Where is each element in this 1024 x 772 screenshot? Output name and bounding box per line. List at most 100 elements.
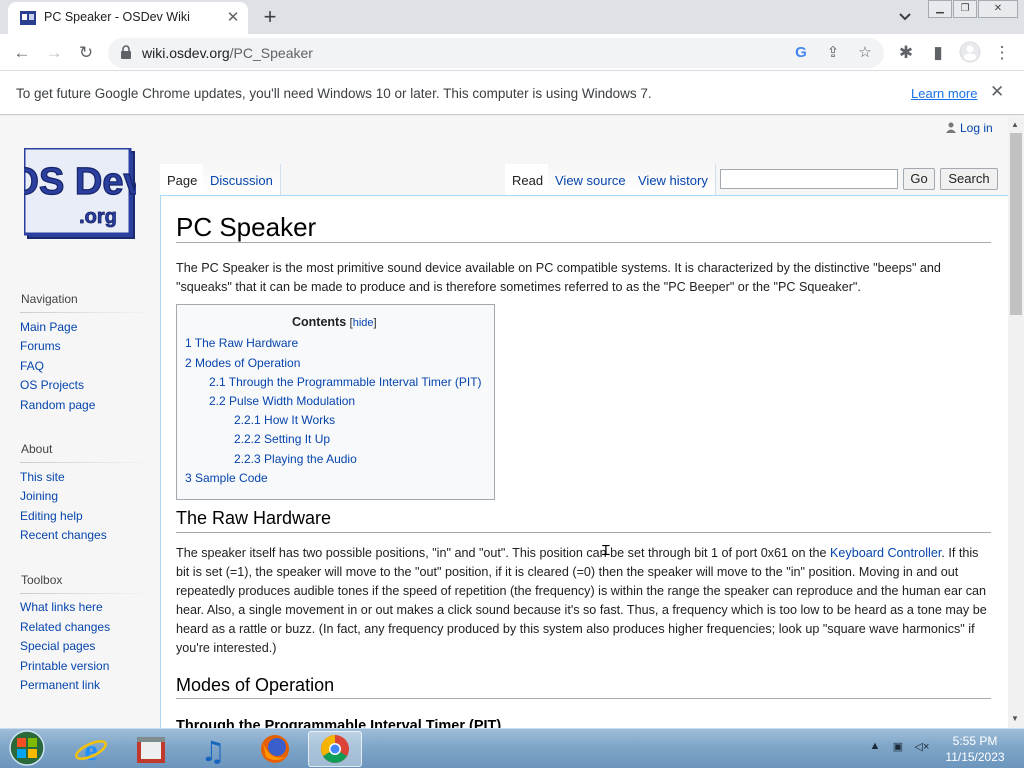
bookmark-star-icon[interactable]: ☆	[854, 42, 876, 64]
tab-view-history[interactable]: View history	[631, 164, 716, 195]
clock-date: 11/15/2023	[945, 750, 1005, 764]
subsection-heading-pit: Through the Programmable Interval Timer …	[176, 718, 502, 728]
window-close-button[interactable]: ✕	[978, 0, 1018, 18]
chrome-menu-icon[interactable]: ⋮	[990, 41, 1014, 65]
navigation-divider	[20, 312, 152, 313]
toc-hide-toggle[interactable]: [hide]	[350, 317, 377, 329]
browser-tab[interactable]: PC Speaker - OSDev Wiki ✕	[8, 2, 248, 34]
volume-muted-icon[interactable]: ◁×	[914, 740, 930, 756]
media-app-icon	[137, 737, 165, 763]
user-icon	[946, 122, 956, 133]
back-icon[interactable]: ←	[10, 41, 34, 65]
taskbar-music[interactable]: ♫	[186, 731, 240, 768]
section-divider	[176, 698, 991, 699]
svg-text:♫: ♫	[200, 735, 225, 767]
forward-icon[interactable]: →	[42, 41, 66, 65]
music-note-icon: ♫	[200, 735, 225, 768]
sidebar-item-this-site[interactable]: This site	[20, 470, 65, 484]
google-translate-icon[interactable]: G	[790, 42, 812, 64]
lock-icon[interactable]	[120, 45, 132, 59]
toc-item[interactable]: 2 Modes of Operation	[185, 356, 300, 370]
sidebar-item-random-page[interactable]: Random page	[20, 398, 95, 412]
logo-text: OS Dev	[24, 161, 136, 203]
system-clock[interactable]: 5:55 PM 11/15/2023	[940, 733, 1010, 765]
taskbar-media-app[interactable]	[124, 731, 178, 767]
text-cursor-icon: Ɪ	[602, 542, 610, 558]
sidebar-item-special-pages[interactable]: Special pages	[20, 639, 95, 653]
tab-view-source[interactable]: View source	[548, 164, 634, 195]
reload-icon[interactable]: ↻	[74, 41, 98, 65]
tab-title: PC Speaker - OSDev Wiki	[44, 10, 190, 24]
scroll-up-arrow-icon[interactable]: ▲	[1011, 120, 1019, 129]
osdev-logo[interactable]: OS Dev .org	[24, 148, 136, 240]
raw-hardware-paragraph: The speaker itself has two possible posi…	[176, 544, 994, 658]
side-panel-icon[interactable]: ▮	[926, 41, 950, 65]
infobar-close-icon[interactable]: ✕	[990, 82, 1004, 102]
profile-avatar-icon[interactable]	[958, 41, 982, 65]
toc-item[interactable]: 2.2.1 How It Works	[234, 413, 335, 427]
share-icon[interactable]: ⇪	[822, 42, 844, 64]
extensions-icon[interactable]: ✱	[894, 41, 918, 65]
search-button[interactable]: Search	[940, 168, 998, 190]
taskbar-firefox[interactable]	[248, 731, 302, 767]
learn-more-link[interactable]: Learn more	[911, 86, 977, 101]
tab-discussion[interactable]: Discussion	[203, 164, 281, 195]
page-title: PC Speaker	[176, 212, 317, 242]
sidebar-item-related-changes[interactable]: Related changes	[20, 620, 110, 634]
login-link[interactable]: Log in	[946, 121, 993, 135]
sidebar-item-recent-changes[interactable]: Recent changes	[20, 528, 107, 542]
url-path: /PC_Speaker	[229, 45, 313, 61]
about-divider	[20, 462, 152, 463]
about-heading: About	[21, 442, 53, 456]
sidebar-item-os-projects[interactable]: OS Projects	[20, 378, 84, 392]
tab-search-icon[interactable]	[896, 7, 914, 25]
wiki-search-input[interactable]	[720, 169, 898, 189]
url-host: wiki.osdev.org	[142, 45, 230, 61]
page-scrollbar[interactable]: ▲ ▼	[1008, 117, 1024, 728]
show-hidden-icons-icon[interactable]: ▲	[867, 740, 883, 756]
firefox-icon	[261, 735, 289, 763]
sidebar-item-main-page[interactable]: Main Page	[20, 320, 77, 334]
network-icon[interactable]: ▣	[890, 740, 906, 756]
sidebar-item-faq[interactable]: FAQ	[20, 359, 44, 373]
restore-button[interactable]: ❐	[953, 0, 977, 18]
tab-read[interactable]: Read	[505, 164, 552, 195]
scroll-down-arrow-icon[interactable]: ▼	[1011, 714, 1019, 723]
login-label: Log in	[960, 121, 993, 135]
toc-hide-link[interactable]: hide	[353, 317, 374, 329]
scrollbar-thumb[interactable]	[1010, 133, 1022, 315]
toc-item[interactable]: 2.2.3 Playing the Audio	[234, 452, 357, 466]
navigation-heading: Navigation	[21, 292, 78, 306]
taskbar-ie[interactable]: e	[64, 731, 118, 767]
toc-item[interactable]: 2.2.2 Setting It Up	[234, 432, 330, 446]
sidebar-item-editing-help[interactable]: Editing help	[20, 509, 83, 523]
toc-item[interactable]: 2.2 Pulse Width Modulation	[209, 394, 355, 408]
chrome-icon	[321, 735, 349, 763]
keyboard-controller-link[interactable]: Keyboard Controller	[830, 546, 941, 560]
tab-page[interactable]: Page	[160, 164, 206, 195]
taskbar-chrome[interactable]	[308, 731, 362, 767]
internet-explorer-icon: e	[75, 734, 107, 767]
toolbox-divider	[20, 593, 152, 594]
go-button[interactable]: Go	[903, 168, 935, 190]
url-text[interactable]: wiki.osdev.org/PC_Speaker	[142, 45, 313, 61]
sidebar-item-what-links-here[interactable]: What links here	[20, 600, 103, 614]
toc-item[interactable]: 3 Sample Code	[185, 471, 268, 485]
tab-close-icon[interactable]: ✕	[224, 8, 242, 26]
browser-toolbar: ← → ↻ wiki.osdev.org/PC_Speaker G ⇪ ☆ ✱ …	[0, 34, 1024, 71]
sidebar-item-forums[interactable]: Forums	[20, 339, 61, 353]
minimize-button[interactable]: ▁	[928, 0, 952, 18]
toc-title-text: Contents	[292, 315, 347, 329]
sidebar-item-joining[interactable]: Joining	[20, 489, 58, 503]
title-divider	[176, 242, 991, 243]
toc-hide-close-bracket: ]	[373, 317, 377, 329]
start-button-icon[interactable]	[6, 729, 48, 767]
toc-item[interactable]: 1 The Raw Hardware	[185, 336, 298, 350]
sidebar-item-permanent-link[interactable]: Permanent link	[20, 678, 100, 692]
intro-paragraph: The PC Speaker is the most primitive sou…	[176, 261, 941, 294]
new-tab-button[interactable]: +	[258, 4, 282, 30]
clock-time: 5:55 PM	[952, 734, 998, 748]
toc-item[interactable]: 2.1 Through the Programmable Interval Ti…	[209, 375, 482, 389]
address-bar[interactable]: wiki.osdev.org/PC_Speaker G ⇪ ☆	[108, 38, 884, 68]
sidebar-item-printable-version[interactable]: Printable version	[20, 659, 109, 673]
